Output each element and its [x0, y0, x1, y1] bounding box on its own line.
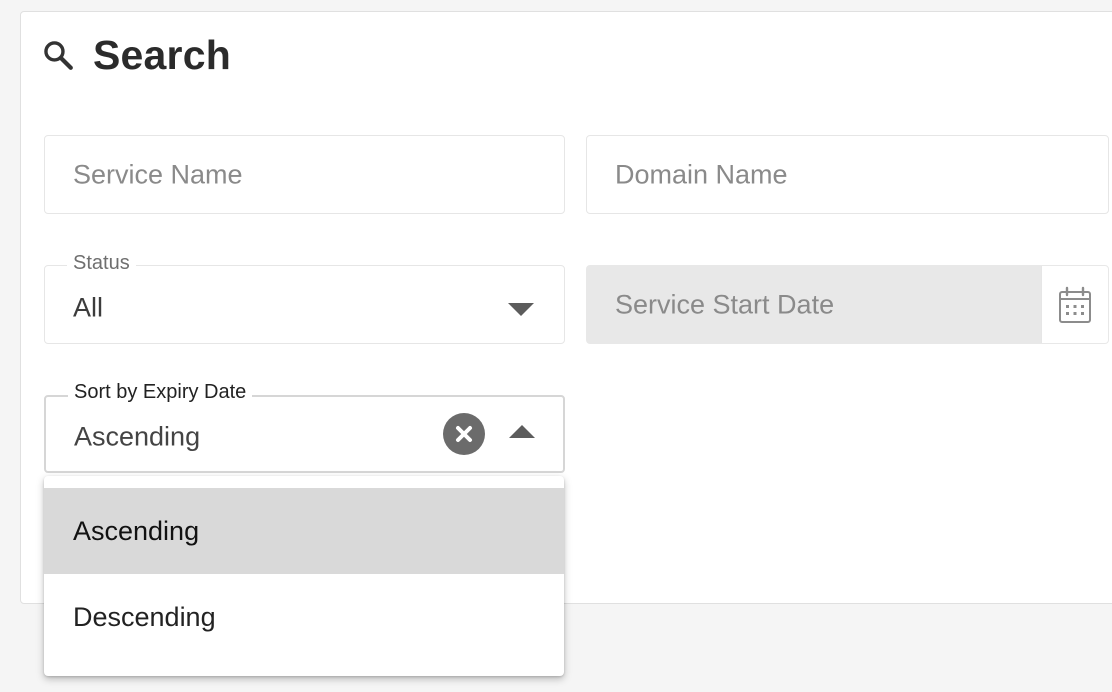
- search-header: Search: [40, 28, 231, 82]
- status-value: All: [73, 292, 104, 323]
- domain-name-placeholder: Domain Name: [615, 159, 788, 189]
- sort-by-expiry-value: Ascending: [74, 421, 201, 452]
- chevron-up-icon[interactable]: [509, 425, 535, 438]
- service-start-date-placeholder: Service Start Date: [615, 289, 835, 319]
- sort-by-expiry-select[interactable]: Sort by Expiry Date Ascending: [44, 381, 565, 473]
- status-label: Status: [67, 252, 136, 275]
- sort-options-menu: Ascending Descending: [44, 476, 564, 676]
- menu-item-ascending[interactable]: Ascending: [44, 488, 564, 574]
- calendar-button[interactable]: [1041, 266, 1108, 343]
- calendar-icon: [1059, 286, 1091, 323]
- sort-by-expiry-label: Sort by Expiry Date: [68, 381, 253, 404]
- search-icon: [40, 37, 76, 73]
- service-name-input[interactable]: Service Name: [44, 135, 565, 214]
- domain-name-input[interactable]: Domain Name: [586, 135, 1109, 214]
- chevron-down-icon[interactable]: [508, 302, 534, 316]
- service-start-date-input[interactable]: Service Start Date: [586, 265, 1109, 344]
- service-name-placeholder: Service Name: [73, 159, 243, 189]
- clear-icon[interactable]: [443, 413, 485, 455]
- status-select[interactable]: Status All: [44, 252, 565, 344]
- page-title: Search: [93, 31, 231, 78]
- menu-item-descending[interactable]: Descending: [44, 574, 564, 660]
